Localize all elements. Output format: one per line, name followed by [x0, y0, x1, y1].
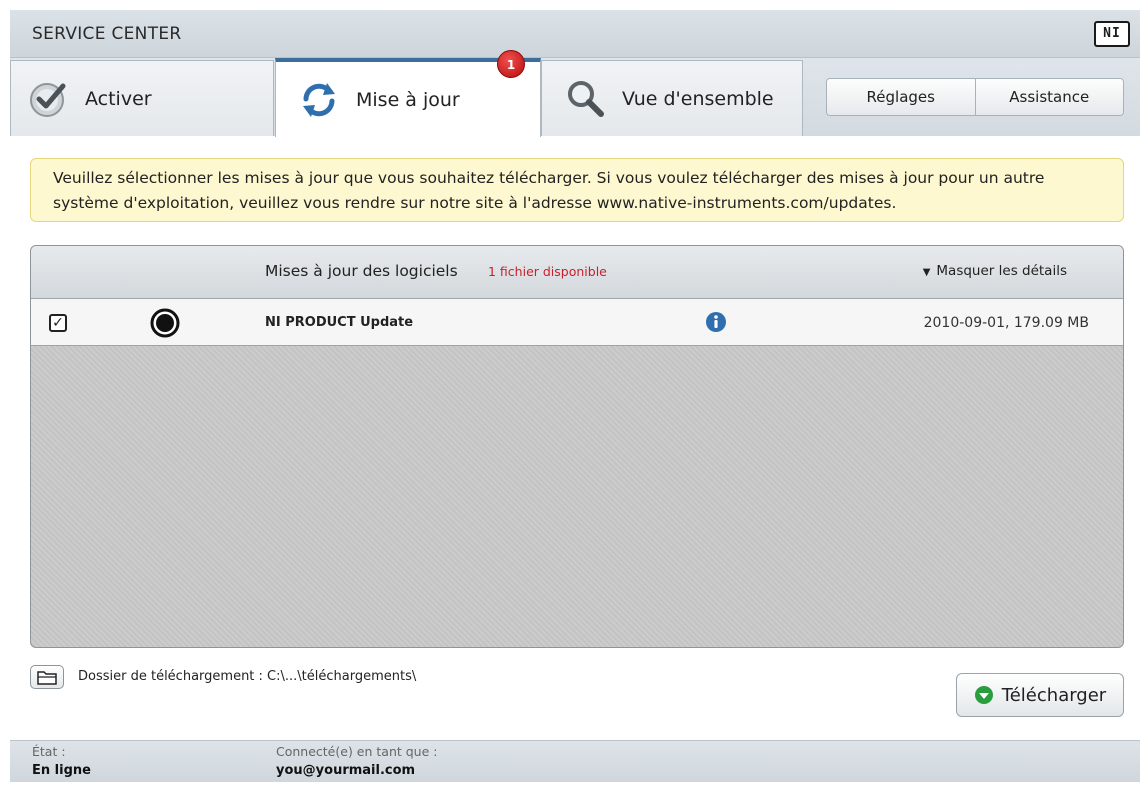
- tab-activate-label: Activer: [85, 87, 152, 110]
- check-badge-icon: [27, 78, 69, 120]
- title-bar: SERVICE CENTER NI: [10, 10, 1140, 58]
- status-user-value: you@yourmail.com: [276, 763, 416, 778]
- hide-details-label: Masquer les détails: [936, 263, 1067, 279]
- refresh-icon: [298, 79, 340, 121]
- app-title: SERVICE CENTER: [32, 24, 182, 44]
- status-state-label: État :: [32, 744, 66, 759]
- info-icon[interactable]: [705, 311, 727, 333]
- status-bar: État : En ligne Connecté(e) en tant que …: [10, 740, 1140, 782]
- support-button[interactable]: Assistance: [975, 79, 1123, 115]
- folder-button[interactable]: [30, 665, 64, 689]
- tab-overview-label: Vue d'ensemble: [622, 87, 774, 110]
- status-state-value: En ligne: [32, 763, 91, 778]
- settings-support-group: Réglages Assistance: [826, 78, 1124, 116]
- tab-bar: Activer Mise à jour Vue d'ensemble 1 Rég…: [10, 50, 1140, 137]
- tab-overview[interactable]: Vue d'ensemble: [541, 60, 803, 136]
- available-count: 1 fichier disponible: [488, 264, 607, 279]
- panel-header: Mises à jour des logiciels 1 fichier dis…: [31, 246, 1123, 299]
- ni-logo: NI: [1094, 21, 1130, 47]
- panel-title: Mises à jour des logiciels: [265, 262, 458, 280]
- magnifier-icon: [564, 78, 606, 120]
- updates-panel: Mises à jour des logiciels 1 fichier dis…: [30, 245, 1124, 648]
- table-row[interactable]: ✓ NI PRODUCT Update 2010-09-01, 179.09 M…: [31, 299, 1123, 346]
- download-arrow-icon: [974, 686, 993, 704]
- update-name: NI PRODUCT Update: [265, 315, 414, 330]
- product-icon: [150, 308, 180, 338]
- download-button[interactable]: Télécharger: [956, 673, 1124, 717]
- info-notice: Veuillez sélectionner les mises à jour q…: [30, 158, 1124, 222]
- tab-activate[interactable]: Activer: [10, 60, 274, 136]
- update-checkbox[interactable]: ✓: [49, 314, 67, 332]
- status-user-label: Connecté(e) en tant que :: [276, 744, 438, 759]
- folder-icon: [37, 671, 57, 685]
- tab-update-label: Mise à jour: [356, 88, 460, 111]
- download-label: Télécharger: [1001, 684, 1107, 706]
- triangle-down-icon: ▼: [922, 267, 931, 278]
- download-folder-label: Dossier de téléchargement : C:\...\téléc…: [78, 669, 417, 684]
- update-count-badge: 1: [497, 50, 525, 78]
- settings-button[interactable]: Réglages: [827, 79, 976, 115]
- hide-details-toggle[interactable]: ▼ Masquer les détails: [923, 263, 1067, 279]
- update-meta: 2010-09-01, 179.09 MB: [923, 315, 1089, 331]
